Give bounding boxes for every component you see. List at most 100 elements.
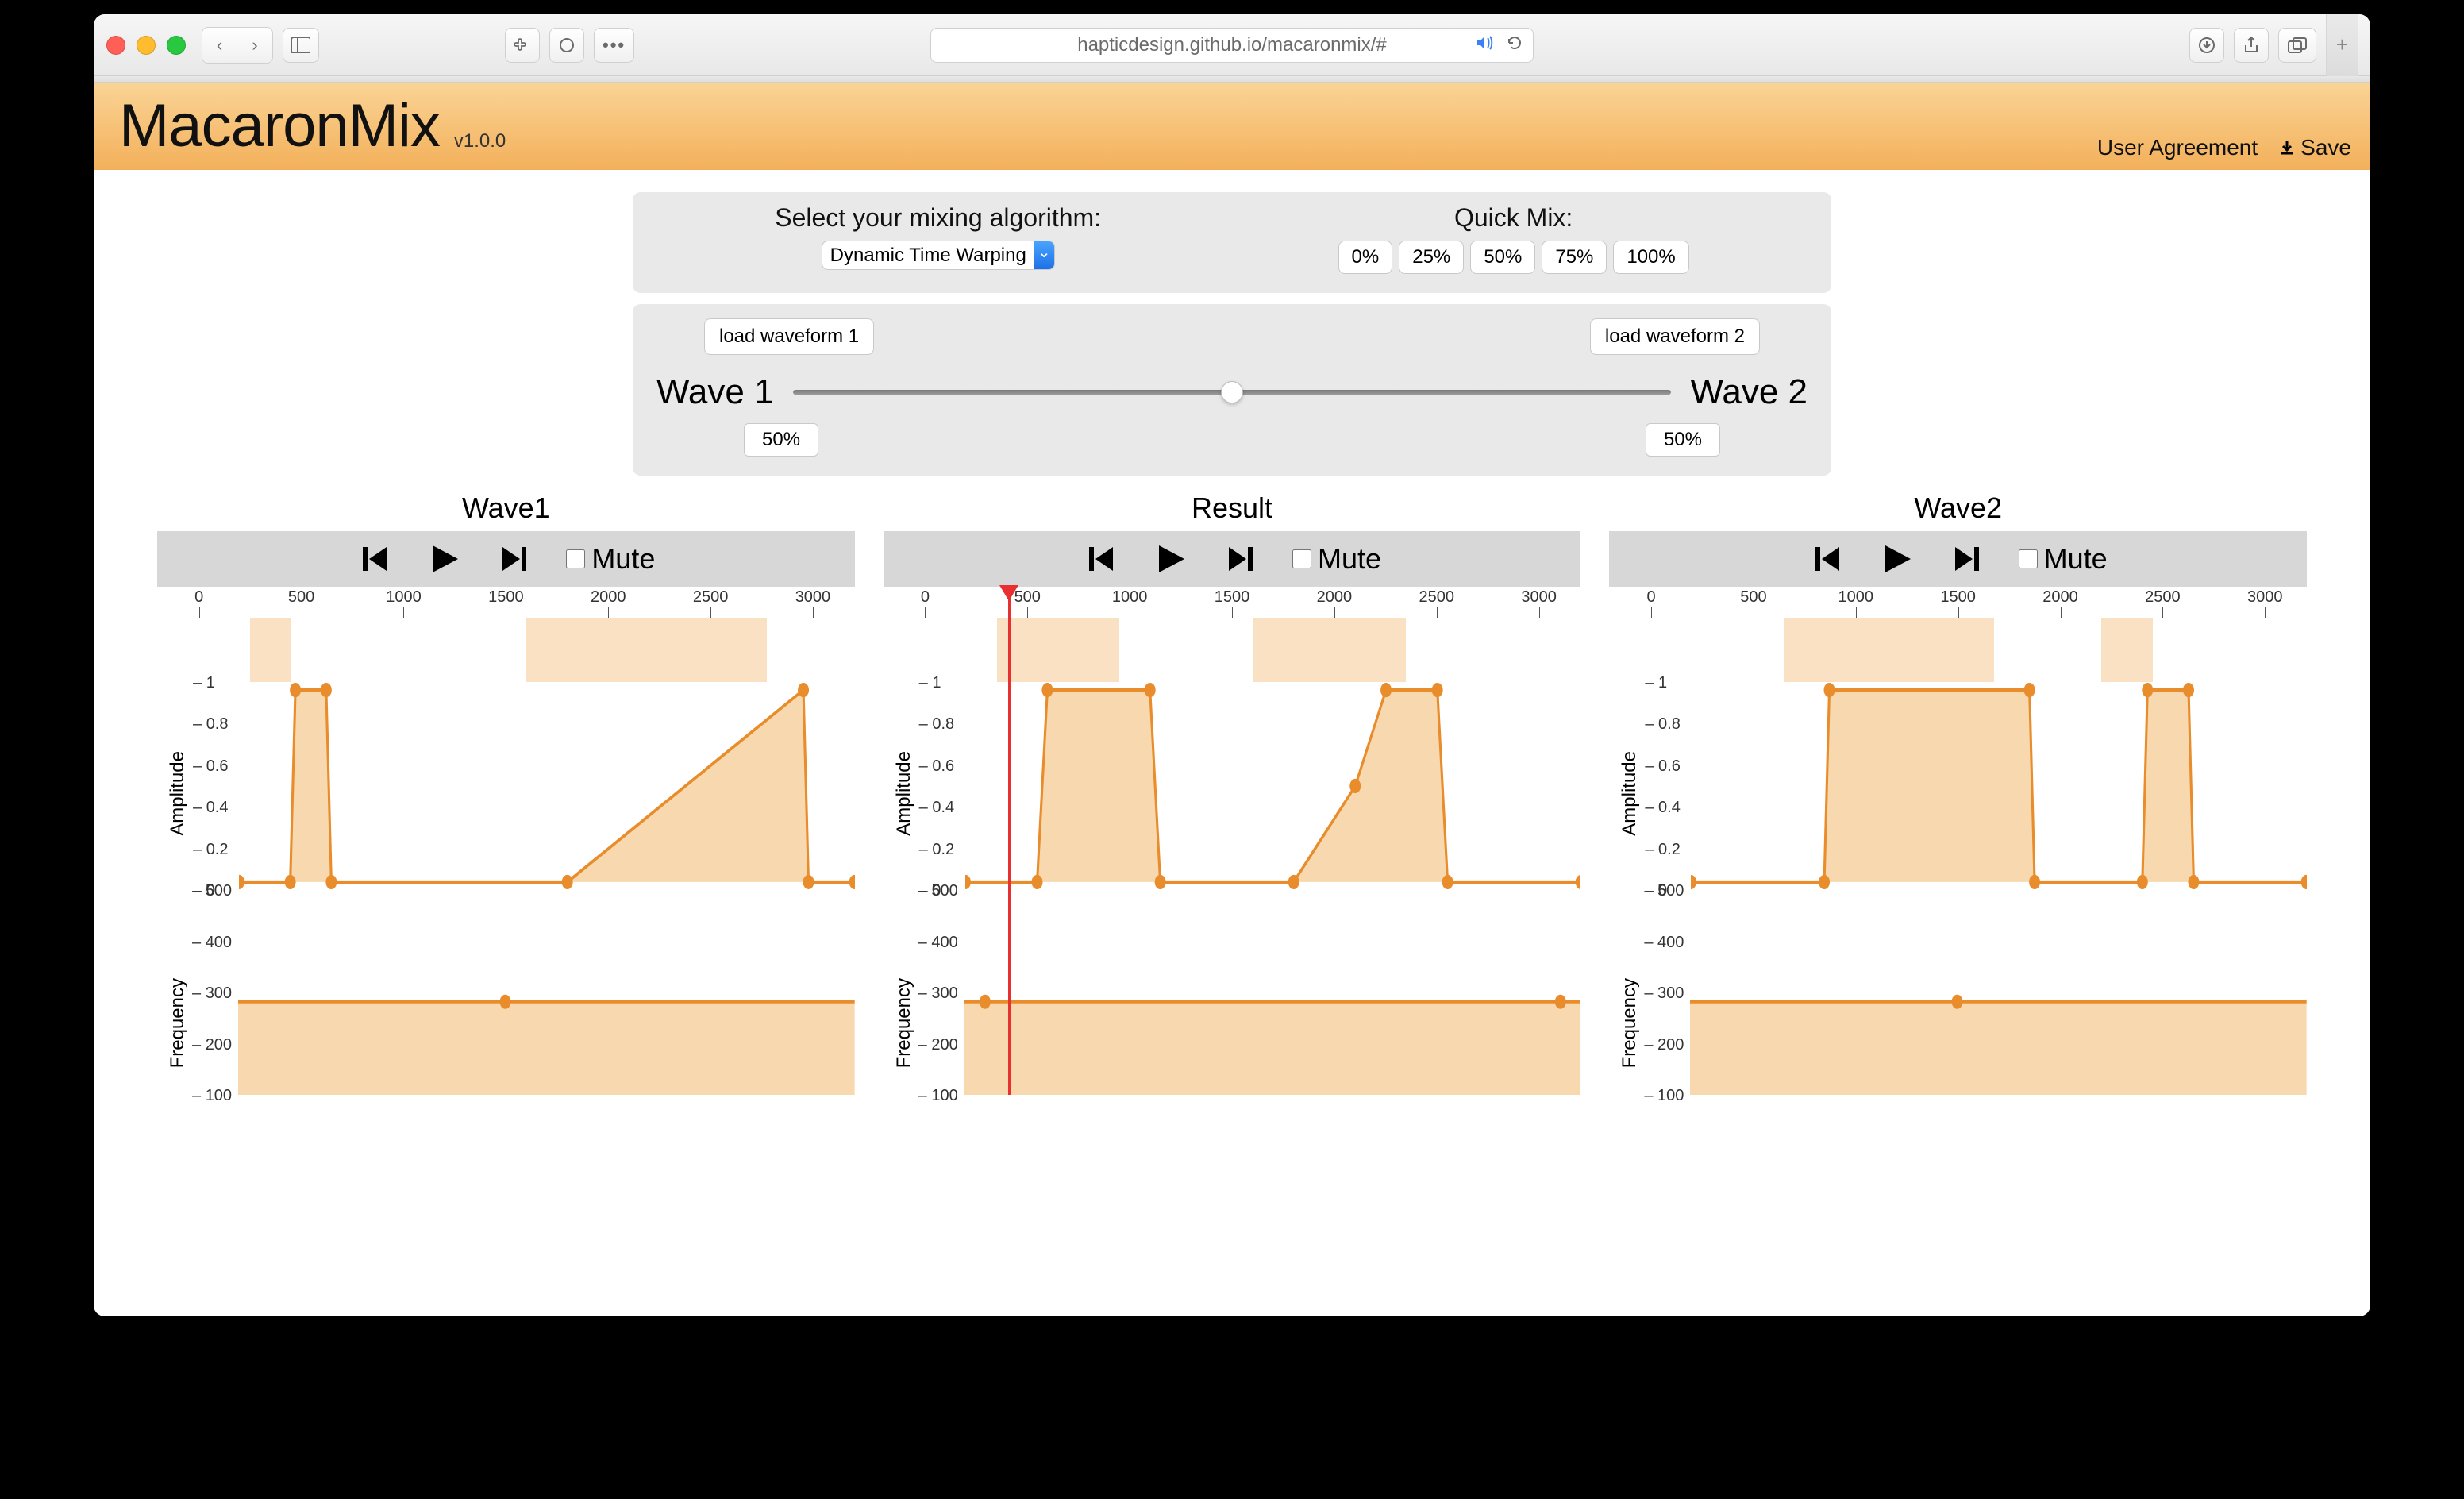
freq-tick: 200: [1644, 1036, 1684, 1054]
downloads-button[interactable]: [2189, 28, 2224, 63]
quickmix-0[interactable]: 0%: [1338, 241, 1393, 274]
address-bar[interactable]: hapticdesign.github.io/macaronmix/#: [930, 28, 1534, 63]
extension-2-button[interactable]: [549, 28, 584, 63]
frequency-chart[interactable]: 500400300200100: [925, 890, 1581, 1095]
url-text: hapticdesign.github.io/macaronmix/#: [1077, 34, 1387, 56]
app-header: MacaronMix v1.0.0 User Agreement Save: [94, 83, 2370, 170]
quickmix-label: Quick Mix:: [1454, 203, 1573, 233]
amplitude-axis-label: Amplitude: [1619, 751, 1641, 836]
freq-tick: 200: [192, 1036, 232, 1054]
frequency-chart[interactable]: 500400300200100: [198, 890, 855, 1095]
tick: [1334, 607, 1335, 618]
amp-tick: 0.4: [919, 799, 955, 817]
tabs-button[interactable]: [2278, 28, 2316, 63]
browser-window: ‹ › ••• hapticdesign.github.io/macaronmi…: [94, 14, 2370, 1316]
mix-slider[interactable]: [793, 390, 1672, 395]
time-ruler: 050010001500200025003000: [1609, 587, 2307, 618]
tick-label: 1000: [386, 588, 422, 607]
skip-back-icon[interactable]: [1083, 541, 1119, 577]
wave-panel-wave2: Wave2 Mute050010001500200025003000Amplit…: [1609, 491, 2307, 1143]
window-controls: [106, 36, 186, 55]
play-icon[interactable]: [1879, 541, 1915, 577]
chart-area: Amplitude Frequency10.80.60.40.205004003…: [884, 682, 1581, 1143]
forward-button[interactable]: ›: [237, 28, 272, 63]
freq-tick: 200: [918, 1036, 958, 1054]
amplitude-chart[interactable]: 10.80.60.40.20: [1650, 682, 2307, 890]
skip-forward-icon[interactable]: [1222, 541, 1259, 577]
freq-tick: 100: [192, 1087, 232, 1105]
wave-panel-title: Result: [884, 491, 1581, 525]
more-extensions-button[interactable]: •••: [594, 28, 634, 63]
sidebar-button[interactable]: [283, 28, 319, 63]
freq-tick: 100: [1644, 1087, 1684, 1105]
quickmix-50[interactable]: 50%: [1470, 241, 1535, 274]
quickmix-buttons: 0% 25% 50% 75% 100%: [1338, 241, 1689, 274]
tick: [1958, 607, 1959, 618]
zoom-window-button[interactable]: [167, 36, 186, 55]
new-tab-button[interactable]: +: [2326, 14, 2358, 76]
algorithm-select[interactable]: Dynamic Time Warping: [822, 241, 1055, 270]
play-icon[interactable]: [426, 541, 463, 577]
minimize-window-button[interactable]: [137, 36, 156, 55]
amp-tick: 0.6: [193, 757, 229, 776]
tick-label: 3000: [2247, 588, 2283, 607]
back-button[interactable]: ‹: [202, 28, 237, 63]
user-agreement-link[interactable]: User Agreement: [2097, 135, 2258, 160]
load-waveform-2-button[interactable]: load waveform 2: [1590, 318, 1760, 355]
mute-checkbox[interactable]: [2019, 549, 2038, 568]
playhead[interactable]: [1008, 587, 1011, 1095]
waveform-preview: [157, 618, 855, 682]
freq-tick: 500: [1644, 882, 1684, 900]
tick: [1651, 607, 1652, 618]
mix-slider-knob[interactable]: [1221, 381, 1243, 403]
amplitude-chart[interactable]: 10.80.60.40.20: [925, 682, 1581, 890]
mute-toggle[interactable]: Mute: [2019, 542, 2108, 576]
amp-tick: 0.2: [1645, 841, 1681, 859]
amp-tick: 0.4: [1645, 799, 1681, 817]
transport-bar: Mute: [884, 531, 1581, 587]
chart-area: Amplitude Frequency 10.80.60.40.205004003…: [1609, 682, 2307, 1143]
algorithm-panel: Select your mixing algorithm: Dynamic Ti…: [633, 192, 1831, 293]
play-icon[interactable]: [1153, 541, 1189, 577]
tick-label: 2000: [1317, 588, 1353, 607]
right-chrome: [2189, 28, 2316, 63]
amplitude-chart[interactable]: 10.80.60.40.20: [198, 682, 855, 890]
quickmix-75[interactable]: 75%: [1542, 241, 1607, 274]
tick-label: 3000: [795, 588, 831, 607]
tick-label: 2500: [1419, 588, 1455, 607]
nav-buttons: ‹ ›: [202, 27, 273, 64]
chart-area: Amplitude Frequency10.80.60.40.205004003…: [157, 682, 855, 1143]
save-button[interactable]: Save: [2278, 135, 2351, 160]
reader-audio-icon[interactable]: [1476, 35, 1495, 56]
close-window-button[interactable]: [106, 36, 125, 55]
mute-checkbox[interactable]: [566, 549, 585, 568]
wave-panel-title: Wave1: [157, 491, 855, 525]
wave1-slider-label: Wave 1: [656, 372, 774, 412]
tick: [925, 607, 926, 618]
skip-back-icon[interactable]: [1809, 541, 1846, 577]
skip-back-icon[interactable]: [356, 541, 393, 577]
skip-forward-icon[interactable]: [1949, 541, 1985, 577]
frequency-axis-label: Frequency: [1619, 978, 1641, 1068]
quickmix-100[interactable]: 100%: [1613, 241, 1688, 274]
mute-toggle[interactable]: Mute: [566, 542, 655, 576]
browser-chrome: ‹ › ••• hapticdesign.github.io/macaronmi…: [94, 14, 2370, 76]
frequency-chart[interactable]: 500400300200100: [1650, 890, 2307, 1095]
skip-forward-icon[interactable]: [496, 541, 533, 577]
mute-toggle[interactable]: Mute: [1292, 542, 1381, 576]
time-ruler: 050010001500200025003000: [884, 587, 1581, 618]
reload-icon[interactable]: [1506, 34, 1523, 56]
wave1-percent: 50%: [744, 423, 818, 457]
quickmix-25[interactable]: 25%: [1399, 241, 1464, 274]
tick-label: 2000: [2042, 588, 2078, 607]
share-button[interactable]: [2234, 28, 2269, 63]
amp-tick: 1: [919, 674, 941, 692]
tick: [2061, 607, 2062, 618]
tick-label: 0: [921, 588, 930, 607]
extension-1-button[interactable]: [505, 28, 540, 63]
tick-label: 500: [1740, 588, 1766, 607]
load-waveform-1-button[interactable]: load waveform 1: [704, 318, 874, 355]
tick-label: 2500: [2145, 588, 2181, 607]
mute-checkbox[interactable]: [1292, 549, 1311, 568]
wave-panel-title: Wave2: [1609, 491, 2307, 525]
